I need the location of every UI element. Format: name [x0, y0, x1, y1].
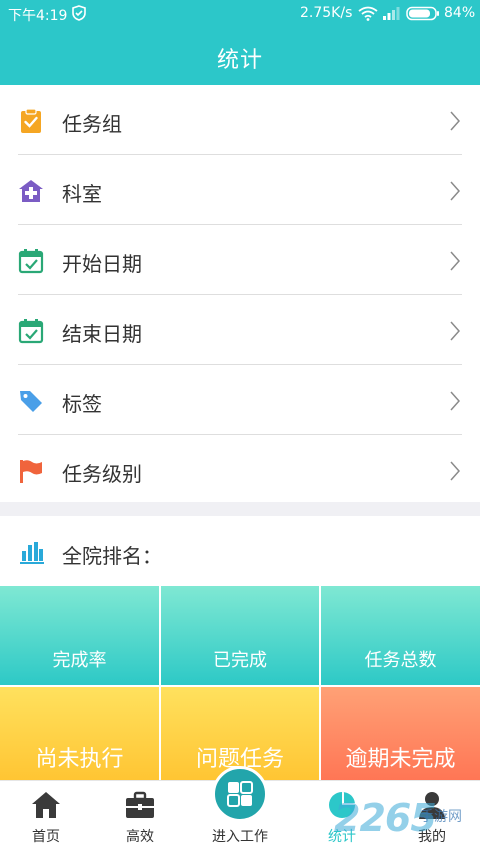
tile-label: 已完成 — [213, 650, 267, 671]
filter-label: 任务级别 — [62, 462, 142, 486]
chevron-right-icon — [450, 461, 461, 481]
shield-icon — [72, 5, 86, 21]
tag-icon — [20, 391, 42, 412]
filter-row-task-level[interactable]: 任务级别 — [0, 435, 480, 505]
chevron-right-icon — [450, 321, 461, 341]
tile-label: 尚未执行 — [35, 747, 124, 772]
hospital-icon — [19, 180, 43, 202]
section-divider — [0, 502, 480, 516]
filter-row-department[interactable]: 科室 — [0, 155, 480, 225]
tile-label: 逾期未完成 — [345, 747, 456, 772]
filter-label: 标签 — [62, 392, 102, 416]
filter-row-start-date[interactable]: 开始日期 — [0, 225, 480, 295]
status-time: 下午4:19 — [8, 8, 68, 24]
filter-label: 结束日期 — [62, 322, 142, 346]
calendar-check-icon — [18, 319, 44, 344]
tile-not-started[interactable]: 尚未执行 — [0, 687, 159, 780]
enter-work-icon — [227, 781, 253, 807]
page-title: 统计 — [216, 48, 263, 73]
nav-efficient[interactable]: 高效 — [108, 781, 172, 853]
chevron-right-icon — [450, 111, 461, 131]
ranking-label: 全院排名： — [62, 544, 162, 568]
ranking-header: 全院排名： — [0, 516, 480, 586]
tile-label: 完成率 — [52, 650, 107, 671]
status-battery-percent: 84% — [444, 5, 476, 21]
nav-home[interactable]: 首页 — [14, 781, 78, 853]
filter-row-task-group[interactable]: 任务组 — [0, 85, 480, 155]
status-net-speed: 2.75K/s — [300, 5, 353, 21]
watermark-text: 手游网 — [420, 809, 462, 825]
tile-overdue[interactable]: 逾期未完成 — [321, 687, 480, 780]
chevron-right-icon — [450, 391, 461, 411]
app-header: 下午4:19 2.75K/s 84% 统计 — [0, 0, 480, 85]
filter-label: 开始日期 — [62, 252, 142, 276]
nav-label: 首页 — [32, 829, 60, 845]
battery-icon — [406, 6, 439, 21]
calendar-check-icon — [18, 249, 44, 274]
tile-label: 任务总数 — [364, 650, 437, 671]
tile-completed[interactable]: 已完成 — [161, 586, 319, 685]
filter-list: 任务组 科室 开始日期 结束日期 标签 任务级别 — [0, 85, 480, 505]
filter-row-tag[interactable]: 标签 — [0, 365, 480, 435]
home-icon — [32, 792, 60, 818]
bar-chart-icon — [20, 542, 44, 564]
status-bar: 下午4:19 2.75K/s 84% — [0, 0, 480, 28]
nav-label: 高效 — [126, 829, 154, 845]
enter-work-label: 进入工作 — [212, 829, 268, 845]
chevron-right-icon — [450, 251, 461, 271]
wifi-icon — [358, 6, 378, 21]
clipboard-icon — [21, 108, 41, 133]
signal-icon — [383, 7, 400, 20]
enter-work-button[interactable] — [212, 766, 268, 822]
tile-completion-rate[interactable]: 完成率 — [0, 586, 159, 685]
briefcase-icon — [126, 791, 154, 818]
filter-label: 科室 — [62, 182, 102, 206]
filter-row-end-date[interactable]: 结束日期 — [0, 295, 480, 365]
chevron-right-icon — [450, 181, 461, 201]
filter-label: 任务组 — [62, 112, 122, 136]
flag-icon — [20, 460, 42, 483]
tile-total-tasks[interactable]: 任务总数 — [321, 586, 480, 685]
